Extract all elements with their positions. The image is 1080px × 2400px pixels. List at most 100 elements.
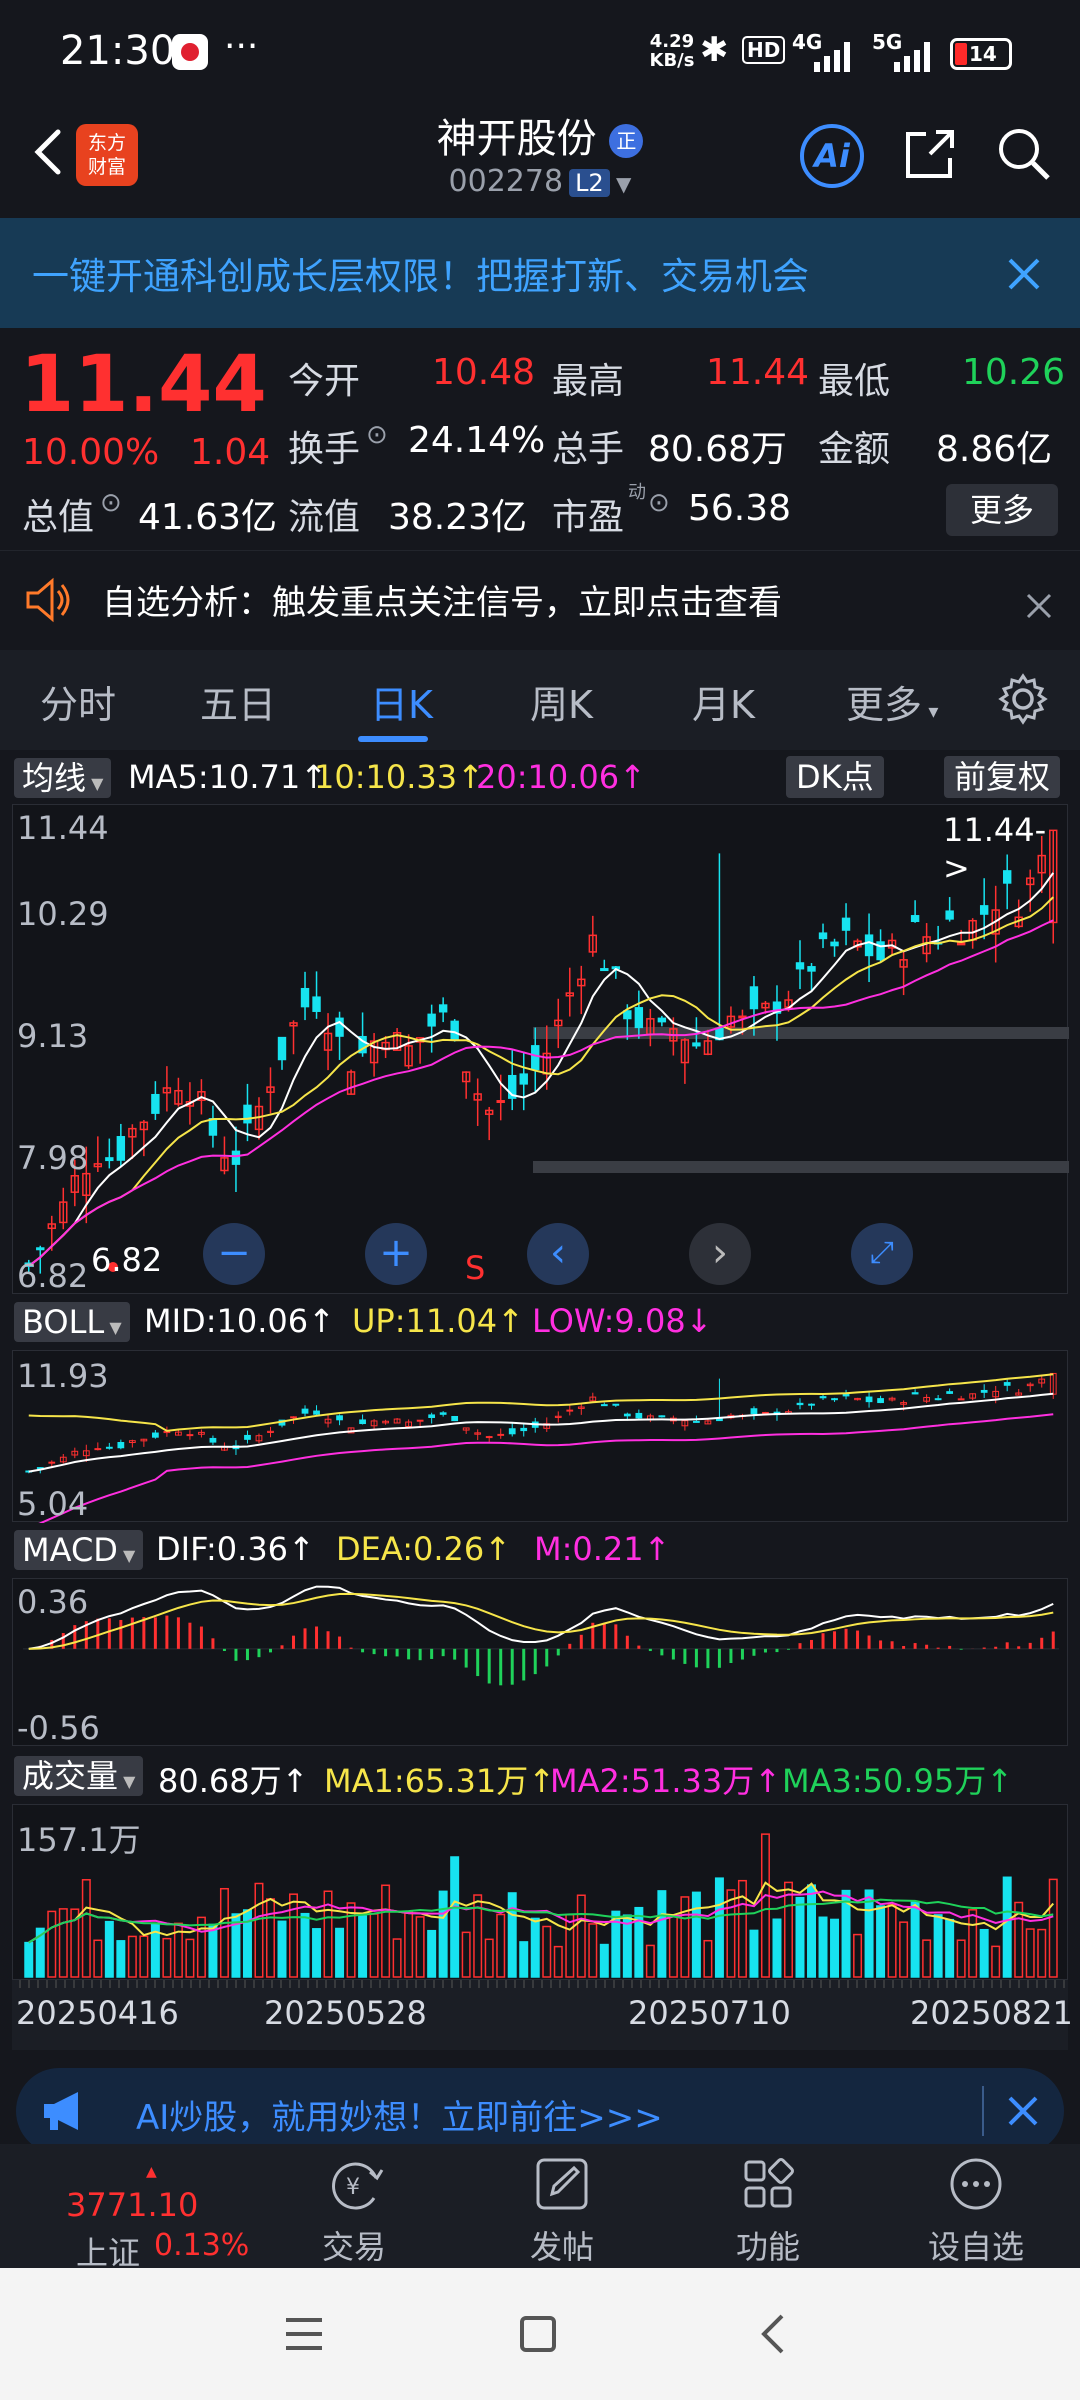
candle bbox=[910, 915, 920, 923]
volume-bar bbox=[1002, 1876, 1012, 1978]
more-quote-button[interactable]: 更多 bbox=[946, 484, 1058, 536]
back-icon[interactable] bbox=[752, 2312, 796, 2356]
boll-candle bbox=[877, 1398, 884, 1404]
volume-bar bbox=[945, 1918, 955, 1978]
dk-point-button[interactable]: DK点 bbox=[786, 756, 884, 798]
boll-candle bbox=[336, 1415, 343, 1421]
analysis-alert[interactable]: 自选分析：触发重点关注信号，立即点击查看 bbox=[0, 550, 1080, 650]
turnover-value: 24.14% bbox=[408, 420, 546, 461]
volume-bar bbox=[853, 1933, 863, 1978]
boll-candle bbox=[497, 1433, 505, 1436]
nav-add-watch[interactable]: 设自选 bbox=[876, 2144, 1076, 2268]
boll-candle bbox=[301, 1408, 309, 1414]
volume-selector[interactable]: 成交量 ▼ bbox=[14, 1756, 144, 1796]
scroll-left-button[interactable]: ‹ bbox=[527, 1223, 589, 1285]
volume-bar bbox=[864, 1889, 874, 1978]
volume-label: 总手 bbox=[552, 429, 625, 470]
candle bbox=[634, 1007, 644, 1029]
kline-chart[interactable]: 11.44 10.29 9.13 7.98 6.82 11.44-> 6.82 … bbox=[12, 804, 1069, 1295]
tab-more[interactable]: 更多 ▾ bbox=[846, 674, 938, 729]
level2-badge[interactable]: L2 bbox=[569, 169, 610, 197]
adjust-button[interactable]: 前复权 bbox=[944, 756, 1061, 798]
quote-panel: 11.44 10.00% 1.04 今开 10.48 最高 11.44 最低 1… bbox=[0, 328, 1080, 550]
boll-candle bbox=[1003, 1382, 1011, 1386]
last-price-tag: 11.44-> bbox=[943, 811, 1047, 887]
volume-bar bbox=[714, 1877, 724, 1978]
active-tab-indicator bbox=[358, 736, 428, 742]
volume-bar bbox=[358, 1915, 368, 1978]
boll-candle bbox=[451, 1415, 459, 1422]
volume-bar bbox=[300, 1912, 310, 1978]
alert-text[interactable]: 自选分析：触发重点关注信号，立即点击查看 bbox=[102, 575, 782, 624]
nav-function[interactable]: 功能 bbox=[668, 2144, 868, 2268]
volume-bar bbox=[968, 1909, 978, 1978]
boll-y-top: 11.93 bbox=[17, 1357, 109, 1395]
macd-chart[interactable]: 0.36 -0.56 bbox=[12, 1578, 1068, 1747]
ma-selector[interactable]: 均线 ▼ bbox=[14, 758, 112, 798]
amount-label: 金额 bbox=[818, 429, 891, 470]
volume-bar bbox=[219, 1887, 229, 1978]
info-icon: ⊙ bbox=[366, 420, 388, 450]
volume-bar bbox=[668, 1915, 678, 1978]
boll-up: UP:11.04↑ bbox=[352, 1302, 524, 1340]
volume-bar bbox=[47, 1910, 57, 1978]
candle bbox=[956, 942, 966, 946]
float-value: 38.23亿 bbox=[388, 497, 528, 538]
tab-intraday[interactable]: 分时 bbox=[40, 674, 116, 729]
volume-bar bbox=[369, 1913, 379, 1978]
candle bbox=[795, 962, 805, 970]
volume-bar bbox=[807, 1884, 817, 1978]
fullscreen-icon[interactable]: ⤢ bbox=[851, 1223, 913, 1285]
low-price-tag: 6.82 bbox=[91, 1241, 163, 1279]
promo-text[interactable]: 一键开通科创成长层权限！把握打新、交易机会 bbox=[32, 246, 809, 300]
ad-text[interactable]: AI炒股，就用妙想！立即前往>>> bbox=[136, 2090, 663, 2139]
volume-bar bbox=[415, 1916, 425, 1978]
date-ticks bbox=[19, 1980, 1065, 1988]
promo-banner[interactable]: 一键开通科创成长层权限！把握打新、交易机会 bbox=[0, 218, 1080, 328]
tab-daily-k[interactable]: 日K bbox=[370, 674, 433, 729]
ai-assistant-button[interactable]: Ai bbox=[800, 124, 864, 188]
app-notification-icon bbox=[172, 34, 208, 70]
ma10-value: 10:10.33↑ bbox=[314, 758, 484, 796]
system-nav-bar bbox=[0, 2268, 1080, 2400]
boll-header: BOLL ▼ MID:10.06↑ UP:11.04↑ LOW:9.08↓ bbox=[0, 1296, 1080, 1348]
megaphone-icon bbox=[44, 2092, 78, 2130]
candle bbox=[312, 996, 321, 1012]
boll-chart[interactable]: 11.93 5.04 bbox=[12, 1350, 1068, 1523]
mktcap-value: 41.63亿 bbox=[138, 497, 278, 538]
tab-monthly-k[interactable]: 月K bbox=[692, 674, 755, 729]
tab-five-day[interactable]: 五日 bbox=[200, 674, 276, 729]
volume-bar bbox=[24, 1941, 34, 1978]
open-value: 10.48 bbox=[432, 352, 536, 393]
volume-bar bbox=[979, 1928, 989, 1978]
nav-trade[interactable]: ¥ 交易 bbox=[254, 2144, 454, 2268]
ai-ad-banner[interactable]: AI炒股，就用妙想！立即前往>>> bbox=[16, 2068, 1064, 2154]
search-icon[interactable] bbox=[994, 124, 1054, 184]
boll-candle bbox=[428, 1414, 436, 1418]
zoom-in-button[interactable]: + bbox=[365, 1223, 427, 1285]
boll-selector[interactable]: BOLL ▼ bbox=[14, 1302, 130, 1342]
battery-level: 14 bbox=[969, 42, 997, 66]
volume-bar bbox=[795, 1896, 805, 1978]
settings-gear-icon[interactable] bbox=[996, 672, 1050, 726]
index-ticker[interactable]: 3771.10 ▲ 上证 0.13% bbox=[26, 2144, 249, 2272]
scroll-right-button[interactable]: › bbox=[689, 1223, 751, 1285]
volume-ma1: MA1:65.31万↑ bbox=[324, 1762, 556, 1800]
close-icon[interactable] bbox=[1006, 2094, 1040, 2128]
close-icon[interactable] bbox=[1024, 591, 1054, 621]
volume-bar bbox=[737, 1879, 747, 1978]
home-icon[interactable] bbox=[516, 2312, 560, 2356]
menu-icon[interactable] bbox=[282, 2312, 326, 2356]
boll-candle bbox=[865, 1396, 873, 1403]
tab-weekly-k[interactable]: 周K bbox=[530, 674, 593, 729]
close-icon[interactable] bbox=[1004, 254, 1044, 294]
volume-chart[interactable]: 157.1万 bbox=[12, 1804, 1068, 1980]
boll-candle bbox=[186, 1434, 194, 1437]
nav-post[interactable]: 发帖 bbox=[462, 2144, 662, 2268]
more-dots-icon bbox=[950, 2158, 1002, 2210]
zoom-out-button[interactable]: − bbox=[203, 1223, 265, 1285]
boll-candle bbox=[290, 1416, 297, 1419]
macd-selector[interactable]: MACD ▼ bbox=[14, 1530, 144, 1570]
bluetooth-icon: ✱ bbox=[700, 30, 729, 70]
share-icon[interactable] bbox=[900, 124, 960, 184]
